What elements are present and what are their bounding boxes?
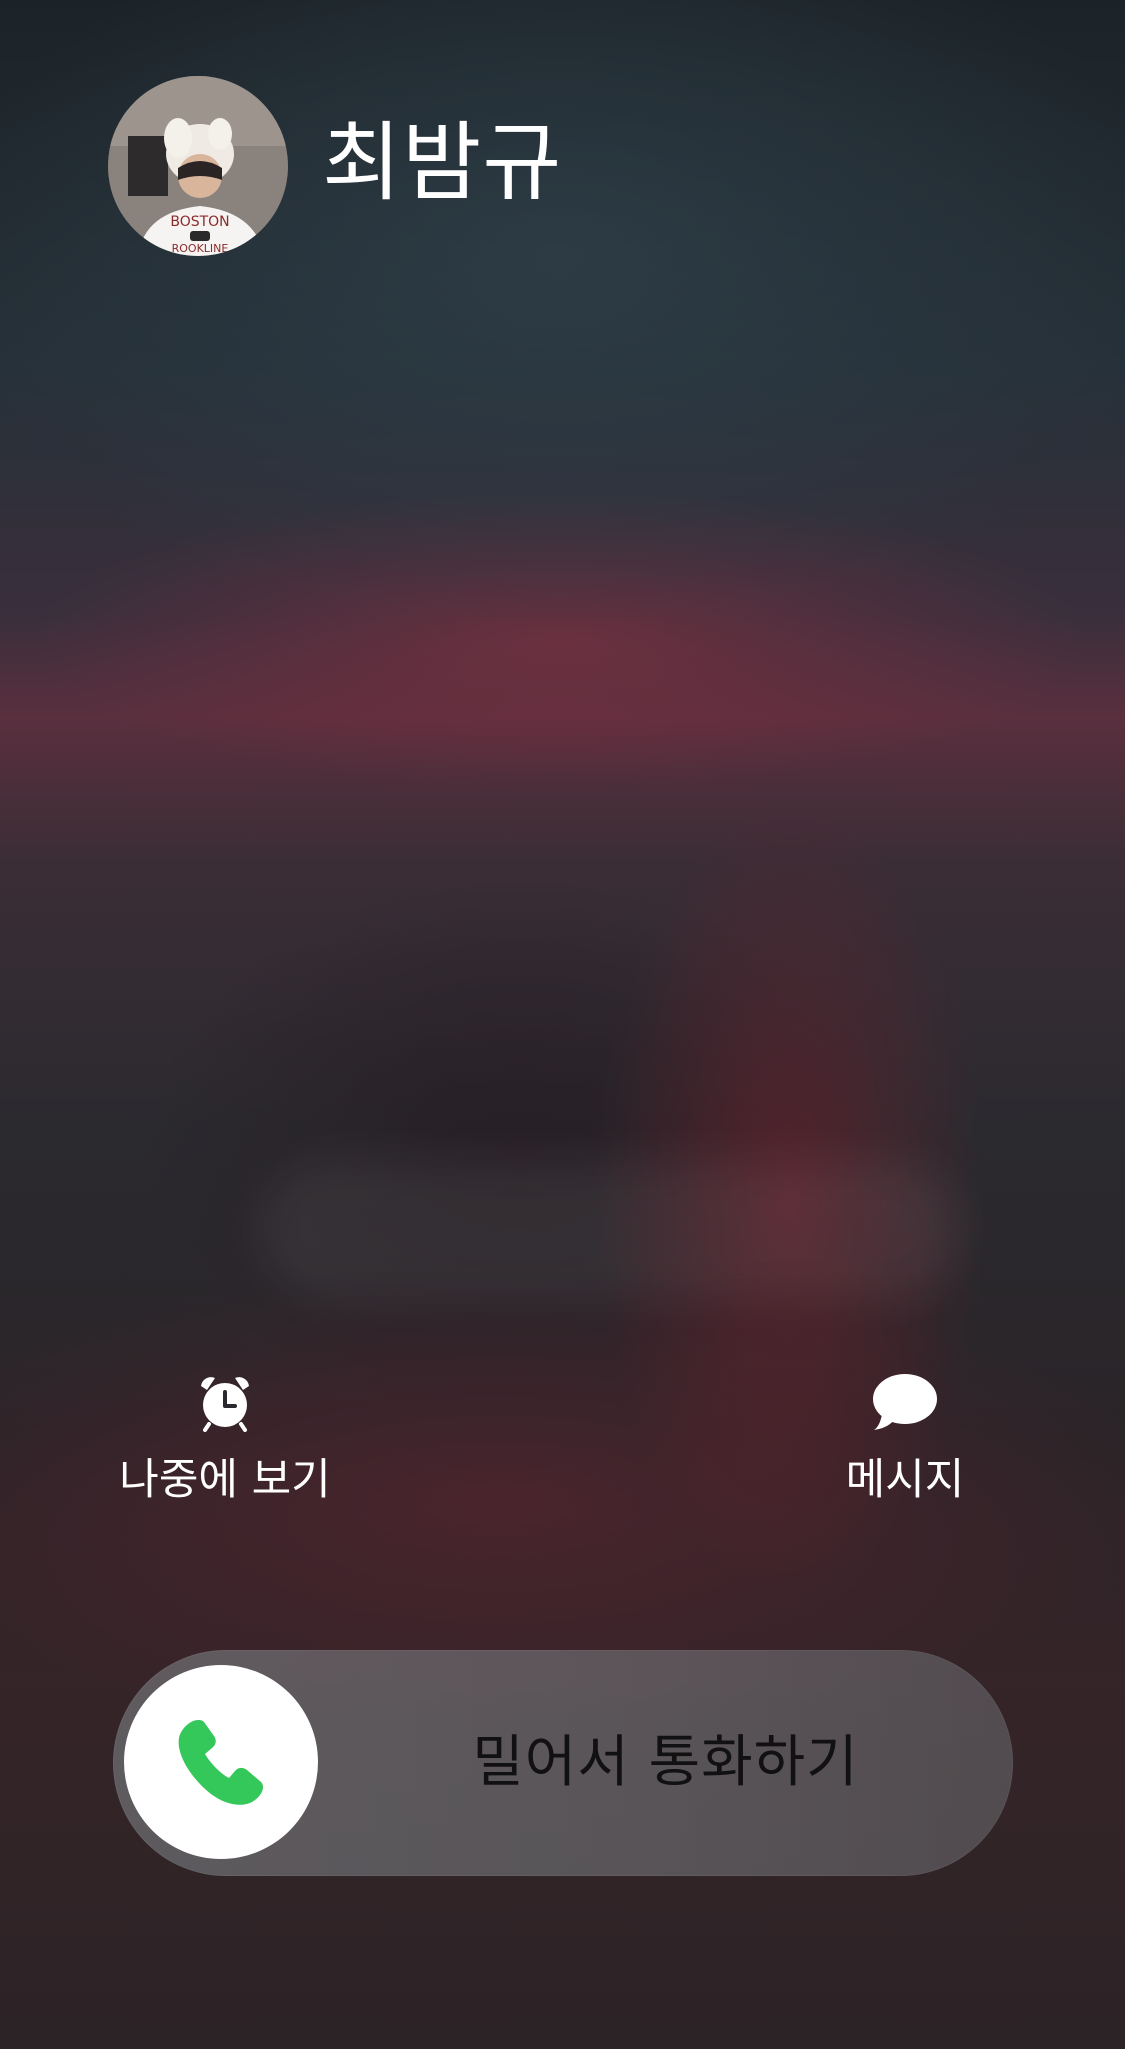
svg-text:ROOKLINE: ROOKLINE xyxy=(172,242,229,255)
message-button[interactable]: 메시지 xyxy=(820,1372,990,1510)
svg-text:BOSTON: BOSTON xyxy=(170,214,229,230)
remind-me-later-button[interactable]: 나중에 보기 xyxy=(100,1372,350,1510)
caller-name: 최밤규 xyxy=(322,113,563,213)
message-label: 메시지 xyxy=(845,1455,965,1505)
speech-bubble-icon xyxy=(820,1372,990,1436)
incoming-call-screen: BOSTON ROOKLINE 최밤규 나중에 보기 메시지 밀어서 통화하기 xyxy=(0,0,1125,2049)
slide-to-answer-label: 밀어서 통화하기 xyxy=(472,1730,859,1795)
alarm-clock-icon xyxy=(100,1372,350,1436)
phone-icon xyxy=(178,1720,263,1805)
answer-slider-knob[interactable] xyxy=(124,1665,318,1859)
slide-to-answer-track[interactable]: 밀어서 통화하기 xyxy=(113,1650,1013,1876)
remind-later-label: 나중에 보기 xyxy=(119,1455,331,1505)
wallpaper-blur-highlight xyxy=(260,1160,960,1300)
contact-photo-icon: BOSTON ROOKLINE xyxy=(108,76,288,256)
caller-avatar: BOSTON ROOKLINE xyxy=(108,76,288,256)
